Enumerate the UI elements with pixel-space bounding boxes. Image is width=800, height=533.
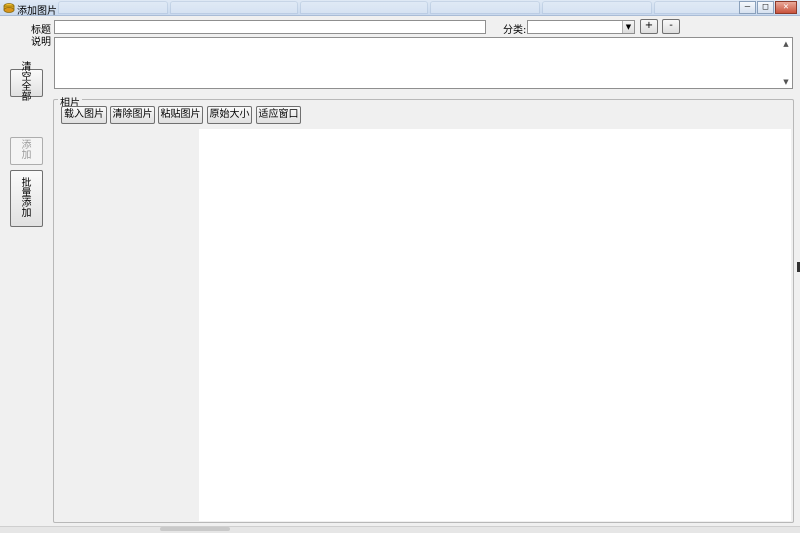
scroll-up-icon[interactable]: ▲ <box>781 39 791 49</box>
image-preview-canvas[interactable] <box>199 129 791 521</box>
description-textarea[interactable]: ▲ ▼ <box>54 37 793 89</box>
background-taskbar-tabs <box>58 1 756 15</box>
original-size-button[interactable]: 原始大小 <box>207 106 252 124</box>
app-icon <box>3 3 15 13</box>
window-title: 添加图片 <box>17 6 57 17</box>
background-tab <box>58 1 168 14</box>
add-category-button[interactable]: + <box>640 19 658 34</box>
minimize-button[interactable]: – <box>739 1 756 14</box>
clear-all-button[interactable]: 清空全部 <box>10 63 43 103</box>
bottom-scrollbar-track[interactable] <box>0 526 800 533</box>
background-tab <box>300 1 428 14</box>
add-label: 添加 <box>21 140 32 161</box>
add-button[interactable]: 添加 <box>10 137 43 165</box>
title-bar: 添加图片 – □ ✕ <box>0 0 800 17</box>
background-tab <box>430 1 540 14</box>
category-label: 分类: <box>503 25 527 36</box>
category-select[interactable]: ▼ <box>527 20 635 34</box>
batch-add-label: 批量添加 <box>21 177 32 219</box>
batch-add-button[interactable]: 批量添加 <box>10 170 43 227</box>
chevron-down-icon[interactable]: ▼ <box>622 21 634 33</box>
maximize-button[interactable]: □ <box>757 1 774 14</box>
window-controls: – □ ✕ <box>738 1 797 14</box>
bottom-scrollbar-thumb[interactable] <box>160 527 230 531</box>
background-tab <box>170 1 298 14</box>
scroll-down-icon[interactable]: ▼ <box>781 77 791 87</box>
title-input[interactable] <box>54 20 486 34</box>
close-button[interactable]: ✕ <box>775 1 797 14</box>
clear-image-button[interactable]: 清除图片 <box>110 106 155 124</box>
remove-category-button[interactable]: - <box>662 19 680 34</box>
background-tab <box>542 1 652 14</box>
paste-image-button[interactable]: 粘贴图片 <box>158 106 203 124</box>
description-label: 说明 <box>31 37 51 48</box>
fit-window-button[interactable]: 适应窗口 <box>256 106 301 124</box>
clear-all-label: 清空全部 <box>21 62 32 103</box>
load-image-button[interactable]: 载入图片 <box>61 106 107 124</box>
